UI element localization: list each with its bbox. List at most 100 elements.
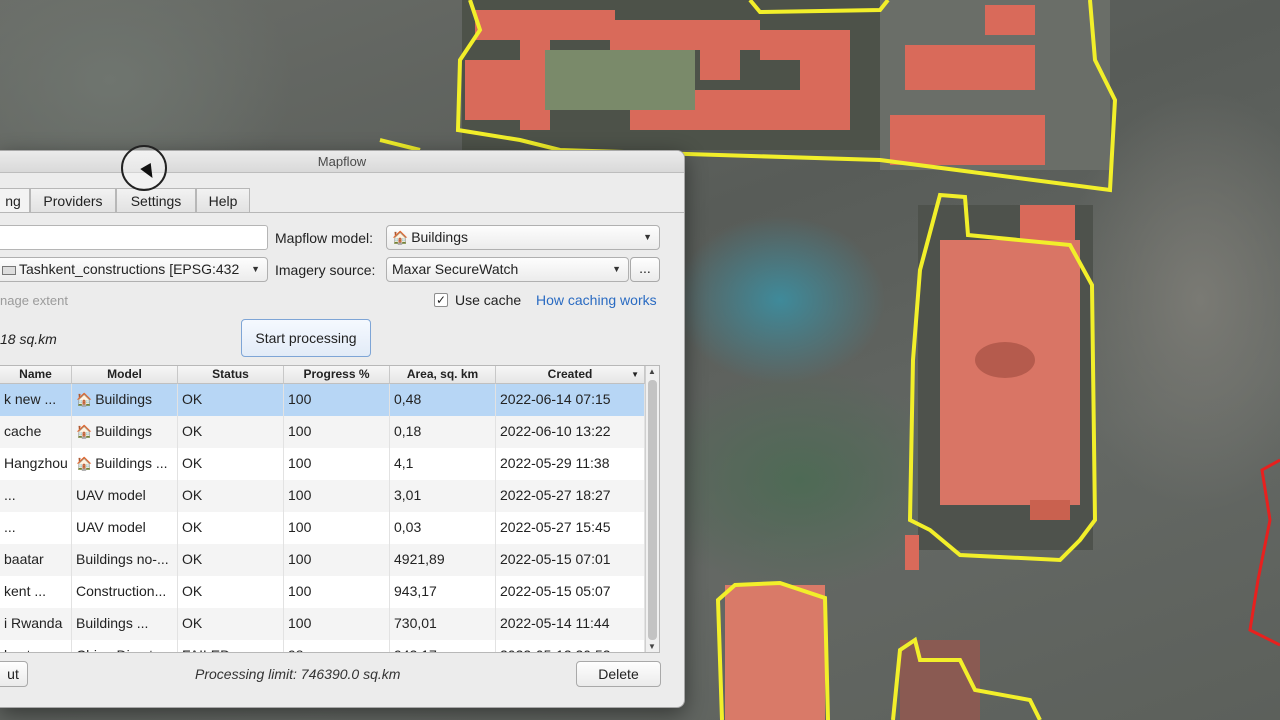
tab-help-label: Help xyxy=(208,193,238,209)
table-row[interactable]: kent China Direct FAILED 98 943,17 2022-05-13… xyxy=(0,640,645,652)
table-row[interactable]: k new ... 🏠 Buildings OK 100 0,48 2022-06-14 0… xyxy=(0,384,645,416)
delete-button-label: Delete xyxy=(598,666,639,682)
layer-value: Tashkent_constructions [EPSG:432 xyxy=(19,261,240,277)
cell-status: OK xyxy=(178,480,284,512)
cell-name-text: i Rwanda xyxy=(4,615,63,631)
start-processing-button[interactable]: Start processing xyxy=(241,319,371,357)
cell-progress: 100 xyxy=(284,448,390,480)
scroll-up-icon[interactable]: ▲ xyxy=(648,367,656,376)
cell-created-text: 2022-05-15 05:07 xyxy=(500,583,611,599)
cell-model: 🏠 Buildings ... xyxy=(72,448,178,480)
cell-progress-text: 100 xyxy=(288,455,312,471)
column-header-area-label: Area, sq. km xyxy=(406,367,479,381)
cell-area-text: 3,01 xyxy=(394,487,422,503)
cell-model: 🏠 Buildings xyxy=(72,416,178,448)
imagery-source-label: Imagery source: xyxy=(275,262,376,278)
checkmark-icon: ✓ xyxy=(435,293,447,307)
table-row[interactable]: kent ... Construction... OK 100 943,17 2022-0… xyxy=(0,576,645,608)
column-header-status[interactable]: Status xyxy=(178,366,284,384)
cell-name: ... xyxy=(0,512,72,544)
cell-status-text: OK xyxy=(182,455,203,471)
processing-name-input[interactable] xyxy=(0,225,268,250)
how-caching-works-link[interactable]: How caching works xyxy=(536,292,657,308)
cell-created: 2022-05-27 18:27 xyxy=(496,480,645,512)
cell-created: 2022-05-15 07:01 xyxy=(496,544,645,576)
imagery-options-button[interactable]: ... xyxy=(630,257,660,282)
table-row[interactable]: Hangzhou 🏠 Buildings ... OK 100 4,1 2022-05-29… xyxy=(0,448,645,480)
tab-settings-label: Settings xyxy=(130,193,182,209)
cell-area-text: 0,18 xyxy=(394,423,422,439)
cell-status: FAILED xyxy=(178,640,284,652)
cell-area-text: 943,17 xyxy=(394,583,437,599)
cell-name-text: cache xyxy=(4,423,42,439)
cell-name: ... xyxy=(0,480,72,512)
use-cache-label: Use cache xyxy=(455,292,522,308)
tab-settings[interactable]: Settings xyxy=(116,188,196,213)
cell-model-text: Buildings ... xyxy=(95,455,168,471)
area-estimate: 18 sq.km xyxy=(0,331,57,347)
cell-name-text: Hangzhou xyxy=(4,455,68,471)
cell-area: 943,17 xyxy=(390,640,496,652)
column-header-name[interactable]: Name xyxy=(0,366,72,384)
cell-created: 2022-05-15 05:07 xyxy=(496,576,645,608)
layer-select[interactable]: Tashkent_constructions [EPSG:432 ▼ xyxy=(0,257,268,282)
cell-status: OK xyxy=(178,384,284,416)
tab-providers[interactable]: Providers xyxy=(30,188,116,213)
building-south xyxy=(715,580,1042,720)
processing-limit: Processing limit: 746390.0 sq.km xyxy=(195,666,401,682)
column-header-model[interactable]: Model xyxy=(72,366,178,384)
cell-progress-text: 100 xyxy=(288,615,312,631)
cell-status-text: OK xyxy=(182,391,203,407)
imagery-source-select[interactable]: Maxar SecureWatch ▼ xyxy=(386,257,629,282)
cell-progress: 100 xyxy=(284,416,390,448)
cell-progress-text: 100 xyxy=(288,551,312,567)
layer-icon xyxy=(2,265,16,275)
cell-area: 4921,89 xyxy=(390,544,496,576)
cell-created-text: 2022-05-15 07:01 xyxy=(500,551,611,567)
table-row[interactable]: ... UAV model OK 100 3,01 2022-05-27 18:27 xyxy=(0,480,645,512)
tab-processing[interactable]: ng xyxy=(0,188,30,213)
mapflow-dialog: Mapflow ng Providers Settings Help Mapfl… xyxy=(0,150,685,708)
cell-created-text: 2022-06-10 13:22 xyxy=(500,423,611,439)
cell-status-text: OK xyxy=(182,423,203,439)
cell-name-text: kent xyxy=(4,647,30,652)
dialog-titlebar[interactable]: Mapflow xyxy=(0,151,684,173)
chevron-down-icon: ▼ xyxy=(643,232,652,242)
cell-name-text: baatar xyxy=(4,551,44,567)
delete-button[interactable]: Delete xyxy=(576,661,661,687)
cell-status-text: OK xyxy=(182,519,203,535)
left-footer-button[interactable]: ut xyxy=(0,661,28,687)
column-header-created[interactable]: Created ▼ xyxy=(496,366,645,384)
cell-model-text: Buildings xyxy=(95,391,153,407)
table-row[interactable]: ... UAV model OK 100 0,03 2022-05-27 15:45 xyxy=(0,512,645,544)
cell-progress: 100 xyxy=(284,512,390,544)
cell-created-text: 2022-06-14 07:15 xyxy=(500,391,611,407)
table-row[interactable]: i Rwanda Buildings ... OK 100 730,01 2022-05-… xyxy=(0,608,645,640)
mapflow-model-select[interactable]: 🏠 Buildings ▼ xyxy=(386,225,660,250)
cell-model-text: Construction... xyxy=(76,583,167,599)
house-icon: 🏠 xyxy=(76,424,93,439)
table-row[interactable]: cache 🏠 Buildings OK 100 0,18 2022-06-10 13:22 xyxy=(0,416,645,448)
use-cache-checkbox[interactable]: ✓ xyxy=(434,293,448,307)
cell-progress: 100 xyxy=(284,608,390,640)
cell-status: OK xyxy=(178,512,284,544)
cell-created: 2022-05-29 11:38 xyxy=(496,448,645,480)
table-row[interactable]: baatar Buildings no-... OK 100 4921,89 2022-0… xyxy=(0,544,645,576)
cell-progress-text: 100 xyxy=(288,583,312,599)
scrollbar-thumb[interactable] xyxy=(648,380,657,640)
tab-help[interactable]: Help xyxy=(196,188,250,213)
column-header-progress[interactable]: Progress % xyxy=(284,366,390,384)
cell-created-text: 2022-05-13 20:52 xyxy=(500,647,611,652)
cell-model: Construction... xyxy=(72,576,178,608)
cell-status-text: FAILED xyxy=(182,647,230,652)
table-scrollbar[interactable]: ▲ ▼ xyxy=(645,366,659,652)
scroll-down-icon[interactable]: ▼ xyxy=(648,642,656,651)
column-header-area[interactable]: Area, sq. km xyxy=(390,366,496,384)
cell-model: China Direct xyxy=(72,640,178,652)
cell-status: OK xyxy=(178,416,284,448)
tab-providers-label: Providers xyxy=(43,193,103,209)
cell-name-text: kent ... xyxy=(4,583,47,599)
imagery-source-value: Maxar SecureWatch xyxy=(392,261,519,277)
cell-created: 2022-06-10 13:22 xyxy=(496,416,645,448)
cell-name: baatar xyxy=(0,544,72,576)
